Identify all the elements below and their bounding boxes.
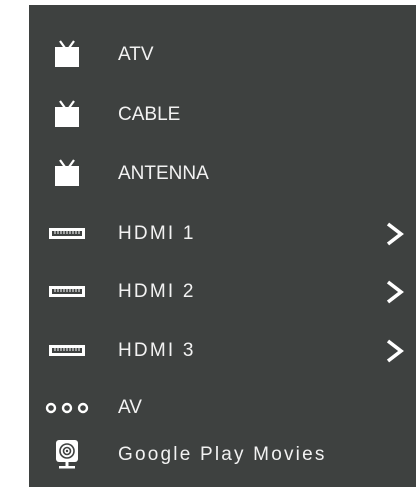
menu-item-label: HDMI 3	[118, 340, 196, 361]
menu-item-hdmi-2[interactable]: HDMI 2	[29, 267, 416, 317]
menu-item-hdmi-3[interactable]: HDMI 3	[29, 326, 416, 376]
menu-item-cable[interactable]: CABLE	[29, 90, 416, 140]
menu-item-antenna[interactable]: ANTENNA	[29, 149, 416, 199]
menu-item-label: Google Play Movies	[118, 444, 327, 465]
hdmi-port-icon	[49, 345, 85, 356]
menu-item-hdmi-1[interactable]: HDMI 1	[29, 209, 416, 259]
google-play-movies-icon	[56, 440, 78, 469]
av-jacks-icon	[45, 402, 89, 414]
menu-item-label: ANTENNA	[118, 163, 209, 184]
hdmi-port-icon	[49, 228, 85, 239]
tv-icon	[55, 40, 79, 67]
menu-item-label: HDMI 2	[118, 281, 196, 302]
menu-item-google-play-movies[interactable]: Google Play Movies	[29, 430, 416, 480]
menu-item-av[interactable]: AV	[29, 383, 416, 433]
menu-item-label: HDMI 1	[118, 223, 196, 244]
tv-icon	[55, 159, 79, 186]
menu-item-label: ATV	[118, 44, 154, 65]
chevron-right-icon	[386, 280, 404, 304]
hdmi-port-icon	[49, 286, 85, 297]
tv-icon	[55, 100, 79, 127]
menu-item-atv[interactable]: ATV	[29, 30, 416, 80]
menu-item-label: AV	[118, 397, 142, 418]
chevron-right-icon	[386, 222, 404, 246]
menu-item-label: CABLE	[118, 104, 181, 125]
input-source-menu: ATV CABLE ANTENNA HDMI 1 HDMI 2 HDMI 3 A…	[29, 5, 416, 487]
chevron-right-icon	[386, 339, 404, 363]
